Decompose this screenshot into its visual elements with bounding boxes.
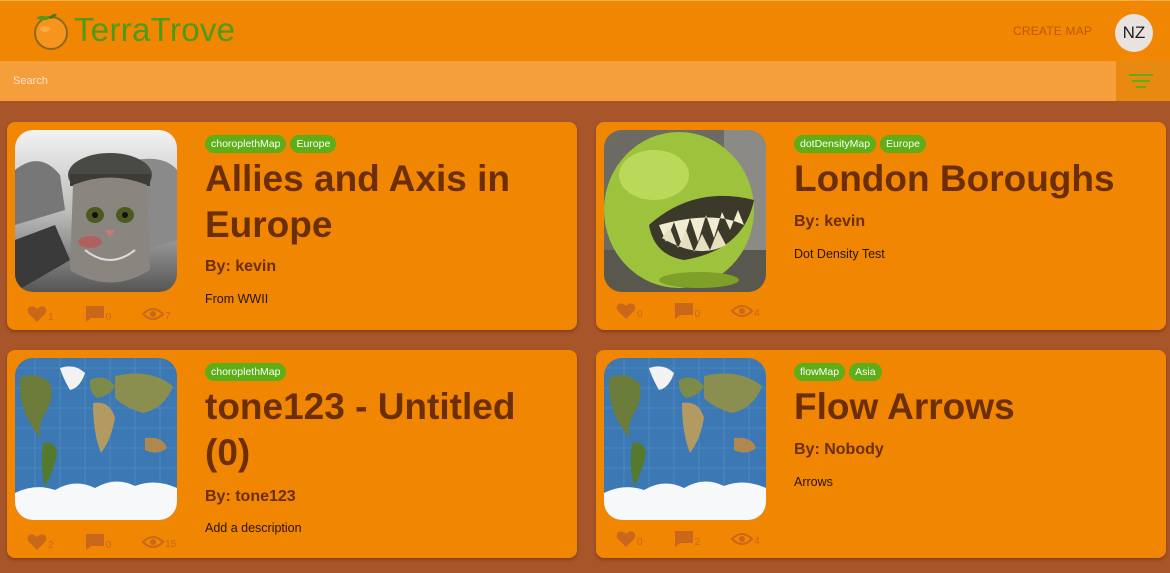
comment-icon <box>674 303 693 319</box>
eye-icon <box>142 536 165 548</box>
comment-button[interactable]: 0 <box>674 302 701 320</box>
comment-count: 2 <box>694 537 701 548</box>
card-stats: 1 0 7 <box>27 305 171 323</box>
comment-icon <box>674 531 693 547</box>
map-title[interactable]: London Boroughs <box>794 156 1154 202</box>
world-map-thumbnail <box>604 358 766 520</box>
map-thumbnail[interactable] <box>15 130 177 292</box>
tag-chip[interactable]: Asia <box>849 363 882 381</box>
top-app-bar: TerraTrove CREATE MAP NZ <box>0 0 1170 61</box>
comment-button[interactable]: 0 <box>85 533 112 551</box>
comment-icon <box>85 306 104 322</box>
heart-icon <box>616 531 636 547</box>
cat-soldier-photo <box>15 130 177 292</box>
tag-chip[interactable]: Europe <box>880 135 926 153</box>
map-card[interactable]: choroplethMap tone123 - Untitled (0) By:… <box>7 350 577 558</box>
comment-icon <box>85 534 104 550</box>
tag-list: choroplethMap Europe <box>205 135 337 153</box>
map-thumbnail[interactable] <box>604 130 766 292</box>
comment-count: 0 <box>694 309 701 320</box>
card-stats: 0 0 4 <box>616 302 760 320</box>
map-author: By: kevin <box>794 213 866 230</box>
tag-chip[interactable]: choroplethMap <box>205 363 287 381</box>
view-count: 15 <box>165 539 177 550</box>
like-button[interactable]: 0 <box>616 302 643 320</box>
map-description: Arrows <box>794 475 833 489</box>
tag-chip[interactable]: Europe <box>290 135 337 153</box>
user-avatar[interactable]: NZ <box>1115 14 1153 52</box>
search-bar <box>0 61 1116 101</box>
heart-icon <box>616 303 636 319</box>
like-count: 0 <box>637 309 643 320</box>
tag-list: choroplethMap <box>205 363 287 381</box>
eye-icon <box>142 308 165 320</box>
tag-chip[interactable]: flowMap <box>794 363 846 381</box>
map-author: By: tone123 <box>205 488 296 505</box>
view-count: 4 <box>754 536 760 547</box>
map-thumbnail[interactable] <box>604 358 766 520</box>
orange-logo-icon <box>30 9 72 51</box>
map-title[interactable]: tone123 - Untitled (0) <box>205 384 565 476</box>
map-card[interactable]: dotDensityMap Europe London Boroughs By:… <box>596 122 1166 330</box>
comment-button[interactable]: 2 <box>674 530 701 548</box>
map-title[interactable]: Flow Arrows <box>794 384 1154 430</box>
tag-chip[interactable]: choroplethMap <box>205 135 287 153</box>
world-map-thumbnail <box>15 358 177 520</box>
eye-icon <box>731 305 754 317</box>
view-counter: 4 <box>731 531 760 547</box>
view-counter: 4 <box>731 303 760 319</box>
comment-count: 0 <box>105 540 112 551</box>
card-stats: 0 2 4 <box>616 530 760 548</box>
brand-name: TerraTrove <box>74 11 236 48</box>
like-button[interactable]: 2 <box>27 533 54 551</box>
filter-icon <box>1129 74 1153 88</box>
view-count: 4 <box>754 308 760 319</box>
filter-button[interactable] <box>1116 61 1170 101</box>
create-map-button[interactable]: CREATE MAP <box>1013 24 1092 38</box>
map-description: Add a description <box>205 521 302 535</box>
search-input[interactable] <box>0 61 1116 101</box>
view-counter: 7 <box>142 306 171 322</box>
heart-icon <box>27 534 47 550</box>
like-count: 2 <box>48 540 54 551</box>
lime-teeth-photo <box>604 130 766 292</box>
like-button[interactable]: 1 <box>27 305 54 323</box>
like-count: 1 <box>48 312 54 323</box>
map-description: From WWII <box>205 292 269 306</box>
map-author: By: Nobody <box>794 441 884 458</box>
map-card[interactable]: choroplethMap Europe Allies and Axis in … <box>7 122 577 330</box>
map-author: By: kevin <box>205 258 277 275</box>
map-title[interactable]: Allies and Axis in Europe <box>205 156 565 248</box>
view-counter: 15 <box>142 534 176 550</box>
eye-icon <box>731 533 754 545</box>
comment-button[interactable]: 0 <box>85 305 112 323</box>
card-stats: 2 0 15 <box>27 533 176 551</box>
like-count: 0 <box>637 537 643 548</box>
tag-list: flowMap Asia <box>794 363 882 381</box>
view-count: 7 <box>165 311 171 322</box>
like-button[interactable]: 0 <box>616 530 643 548</box>
map-description: Dot Density Test <box>794 247 885 261</box>
tag-chip[interactable]: dotDensityMap <box>794 135 877 153</box>
heart-icon <box>27 306 47 322</box>
logo[interactable]: TerraTrove <box>30 9 235 51</box>
map-thumbnail[interactable] <box>15 358 177 520</box>
comment-count: 0 <box>105 312 112 323</box>
tag-list: dotDensityMap Europe <box>794 135 926 153</box>
map-card[interactable]: flowMap Asia Flow Arrows By: Nobody Arro… <box>596 350 1166 558</box>
